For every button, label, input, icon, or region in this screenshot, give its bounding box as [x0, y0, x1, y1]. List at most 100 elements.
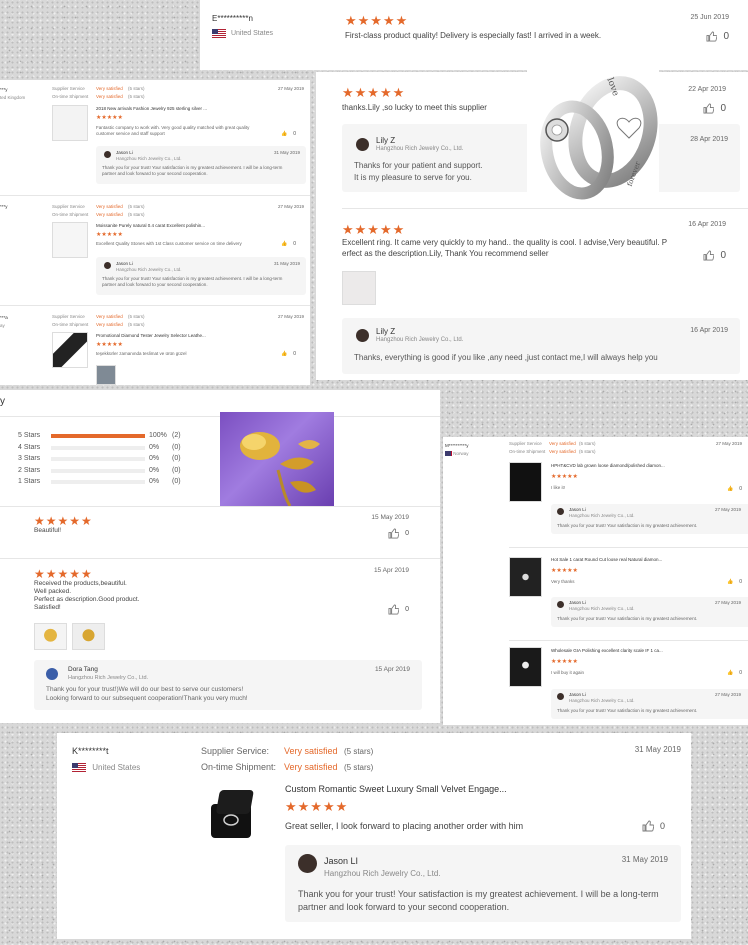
thumbs-up-icon: 👍 [726, 670, 734, 676]
reply-date: 27 May 2019 [714, 507, 741, 512]
avatar [104, 262, 111, 269]
product-title[interactable]: 2018 New arrivals Fashion Jewelry 925 st… [96, 106, 207, 112]
reviewer-name: K********t [72, 746, 109, 756]
product-thumbnail[interactable] [52, 332, 88, 368]
rating-percent: 100% [149, 432, 167, 439]
rating-count: (2) [172, 432, 181, 439]
product-title[interactable]: Hot Sale 1 carat Round Cut loose real Na… [551, 557, 662, 563]
review-panel-top: E**********n United States ★★★★★ 25 Jun … [200, 0, 748, 70]
like-button[interactable]: 0 [706, 31, 729, 42]
product-title[interactable]: HPHT&CVD lab grown loose diamond/polishe… [551, 463, 665, 469]
rating-row[interactable]: 5 Stars 100% (2) [18, 432, 218, 444]
rating-row[interactable]: 3 Stars 0% (0) [18, 455, 218, 467]
rating-row[interactable]: 1 Stars 0% (0) [18, 478, 218, 490]
reply-name: Lily Z [376, 136, 396, 145]
review-comment-line: Satisfied! [34, 604, 61, 611]
review-comment: teşekkürler zamanında teslimat ve ürün g… [96, 351, 187, 356]
supplier-reply: Jason Li Hangzhou Rich Jewelry Co., Ltd.… [551, 689, 748, 719]
rating-count: (5 stars) [344, 747, 374, 756]
rings-graphic [540, 76, 658, 200]
like-count: 0 [739, 486, 742, 492]
shipment-rating: Very satisfied [549, 449, 576, 454]
like-button[interactable]: 0 [388, 528, 409, 539]
like-count: 0 [720, 250, 726, 261]
rating-label: 2 Stars [18, 466, 41, 474]
like-count: 0 [659, 821, 665, 831]
reply-date: 15 Apr 2019 [374, 666, 410, 673]
product-thumbnail[interactable] [509, 462, 542, 502]
reply-name: Jason Li [569, 507, 586, 512]
rating-row[interactable]: 2 Stars 0% (0) [18, 467, 218, 479]
review-photo[interactable] [34, 623, 67, 650]
rating-count: (5 stars) [128, 86, 145, 91]
thumbs-up-icon [388, 604, 400, 615]
rating-count: (0) [172, 455, 181, 462]
like-button[interactable]: 0 [388, 604, 409, 615]
review-comment: First-class product quality! Delivery is… [345, 31, 602, 40]
reply-text: Thank you for your trust! Your satisfact… [557, 616, 698, 621]
like-button[interactable]: 0 [703, 103, 726, 114]
shipment-label: On-time Shipment [52, 94, 89, 99]
reply-text: Thank you for your trust! Your satisfact… [557, 523, 698, 528]
rating-stars: ★★★★★ [34, 514, 93, 528]
thumbs-up-icon [703, 103, 715, 114]
reply-name: Jason LI [324, 856, 359, 866]
review-photo[interactable] [342, 271, 376, 305]
gold-rose-image[interactable] [220, 412, 334, 507]
rating-stars: ★★★★★ [551, 568, 578, 574]
reply-text: Thank you for your trust! Your satisfact… [557, 708, 698, 713]
like-button[interactable]: 👍 0 [727, 486, 742, 492]
shipment-label: On-time Shipment [52, 212, 89, 217]
product-title[interactable]: Custom Romantic Sweet Luxury Small Velve… [285, 784, 507, 794]
product-thumbnail[interactable] [509, 647, 542, 687]
reply-date: 27 May 2019 [714, 600, 741, 605]
review-comment: thanks.Lily ,so lucky to meet this suppl… [342, 103, 487, 112]
product-thumbnail[interactable] [201, 784, 267, 850]
reply-date: 16 Apr 2019 [690, 327, 728, 334]
review-photo[interactable] [72, 623, 105, 650]
rating-stars: ★★★★★ [96, 342, 123, 348]
reply-text: partner and look forward to your second … [298, 902, 510, 912]
supplier-rating: Very satisfied [96, 204, 123, 209]
review-panel-summary: y 5 Stars 100% (2) 4 Stars 0% (0) 3 Stars 0% (0)… [0, 390, 440, 723]
reply-company: Hangzhou Rich Jewelry Co., Ltd. [376, 337, 464, 343]
reviewer-country: United States [92, 763, 141, 772]
product-thumbnail[interactable] [52, 105, 88, 141]
product-thumbnail[interactable] [509, 557, 542, 597]
supplier-service-label: Supplier Service [52, 314, 85, 319]
product-title[interactable]: Promotional Diamond Tester Jewelry Selec… [96, 333, 206, 339]
reply-company: Hangzhou Rich Jewelry Co., Ltd. [569, 513, 635, 518]
review-panel-uk: ***y ted Kingdom Supplier Service On-tim… [0, 80, 310, 385]
like-button[interactable]: 👍 0 [727, 579, 742, 585]
like-button[interactable]: 0 [703, 250, 726, 261]
product-title[interactable]: Moissanite Purely natural 0.4 carat Exce… [96, 223, 205, 229]
divider [0, 506, 440, 507]
rating-stars: ★★★★★ [551, 659, 578, 665]
reply-text: Thanks for your patient and support. [354, 161, 483, 170]
like-button[interactable]: 👍 0 [281, 131, 296, 137]
like-button[interactable]: 👍 0 [281, 241, 296, 247]
review-comment: Fantastic company to work with. Very goo… [96, 125, 250, 136]
product-title[interactable]: Wholesale GIA Polishing excellent clarit… [551, 648, 663, 654]
thumbs-up-icon [706, 31, 718, 42]
rating-bar [51, 445, 145, 450]
like-button[interactable]: 👍 0 [727, 670, 742, 676]
reply-text: Thank you for your trust! Your satisfact… [102, 165, 283, 176]
thumbs-up-icon: 👍 [726, 486, 734, 492]
rating-count: (5 stars) [128, 322, 145, 327]
like-button[interactable]: 0 [642, 820, 665, 832]
review-photo[interactable] [96, 365, 116, 385]
shipment-label: On-time Shipment [509, 449, 546, 454]
rating-count: (5 stars) [128, 204, 145, 209]
reply-text: Thanks, everything is good if you like ,… [354, 353, 658, 362]
like-count: 0 [405, 530, 409, 537]
ring-product-image: love forever [527, 70, 659, 208]
product-thumbnail[interactable] [52, 222, 88, 258]
supplier-reply: Jason Li Hangzhou Rich Jewelry Co., Ltd.… [96, 257, 306, 295]
reply-text: Thank you for your trust! Your satisfact… [102, 276, 283, 287]
rating-count: (0) [172, 478, 181, 485]
rating-row[interactable]: 4 Stars 0% (0) [18, 444, 218, 456]
supplier-reply: Jason Li Hangzhou Rich Jewelry Co., Ltd.… [551, 504, 748, 534]
rating-count: (5 stars) [344, 763, 374, 772]
like-button[interactable]: 👍 0 [281, 351, 296, 357]
